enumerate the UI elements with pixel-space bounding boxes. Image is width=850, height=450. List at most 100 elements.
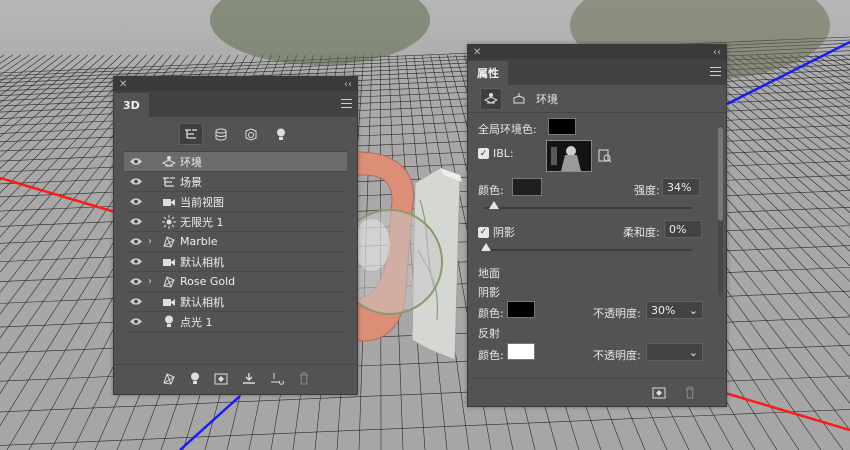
visibility-eye-icon[interactable] [124,217,148,226]
softness-row: 柔和度: [623,224,660,240]
environment-icon [158,155,180,168]
ibl-edit-icon[interactable] [598,149,612,163]
panel-menu-icon[interactable] [710,67,721,76]
ibl-image [547,141,591,171]
intensity-slider-handle[interactable] [489,201,500,209]
layer-row[interactable]: › Rose Gold [124,272,347,292]
expand-arrow-icon[interactable]: › [148,276,158,287]
intensity-field[interactable]: 34% [662,178,700,196]
reflection-color-swatch[interactable] [507,343,535,360]
global-ambient-color-swatch[interactable] [548,118,576,135]
bulb-icon[interactable] [190,372,200,388]
visibility-eye-icon[interactable] [124,177,148,186]
collapse-icon[interactable]: ‹‹ [713,47,721,58]
ground-shadow-color-row: 颜色: [478,305,504,321]
properties-scrollbar[interactable] [718,125,723,295]
ibl-label: IBL: [493,147,514,160]
scene-light-icon[interactable] [512,92,526,105]
layer-label: 环境 [180,155,202,169]
properties-body: 全局环境色: ✓ IBL: 颜色: 强度: 34% ✓ 阴影 柔和度: 0% 地… [468,113,726,375]
layer-label: Rose Gold [180,275,236,288]
close-icon[interactable]: ✕ [119,79,127,90]
layer-row[interactable]: 默认相机 [124,252,347,272]
layer-label: 场景 [180,175,202,189]
global-ambient-row: 全局环境色: [478,121,537,137]
visibility-eye-icon[interactable] [124,317,148,326]
mesh-icon [158,275,180,288]
softness-slider-handle[interactable] [481,243,491,251]
intensity-label: 强度: [634,184,660,197]
ground-label: 地面 [478,267,500,280]
trash-icon[interactable] [298,372,310,388]
layer-label: 点光 1 [180,315,213,329]
chevron-down-icon[interactable]: ⌄ [689,304,698,317]
ground-shadow-opacity-row: 不透明度: [593,305,641,321]
softness-field[interactable]: 0% [664,220,702,238]
ibl-texture-thumbnail[interactable] [546,140,592,172]
3d-panel: ✕ ‹‹ 3D 环境场景当前视图无限光 1 › Marble 默认相机 › Rose Go… [113,76,358,395]
mesh-icon [215,128,226,140]
tab-3d[interactable]: 3D [114,93,149,117]
ground-shadow-row: 阴影 [478,284,500,300]
3d-panel-bottom-toolbar [114,364,357,394]
ground-shadow-opacity-field[interactable]: 30% ⌄ [646,301,703,319]
panel-tabbar: 属性 [468,59,726,85]
drop-icon[interactable] [270,372,284,388]
layer-label: 默认相机 [180,295,224,309]
visibility-eye-icon[interactable] [124,157,148,166]
panel-tabbar: 3D [114,91,357,117]
ground-icon[interactable] [242,372,256,388]
layer-label: 无限光 1 [180,215,224,229]
reflection-label: 反射 [478,327,500,340]
scene-filter-button[interactable] [178,123,203,145]
ground-shadow-opacity-label: 不透明度: [593,307,641,320]
reflection-opacity-label: 不透明度: [593,349,641,362]
render-icon[interactable] [652,386,666,399]
softness-slider-track[interactable] [480,249,692,251]
visibility-eye-icon[interactable] [124,277,148,286]
scene-tree-icon [184,129,197,139]
close-icon[interactable]: ✕ [473,47,481,58]
panel-menu-icon[interactable] [341,99,352,108]
light-filter-button[interactable] [269,123,293,145]
layer-row[interactable]: 无限光 1 [124,212,347,232]
visibility-eye-icon[interactable] [124,197,148,206]
intensity-slider-track[interactable] [484,207,692,209]
chevron-down-icon[interactable]: ⌄ [689,346,698,359]
scrollbar-thumb[interactable] [718,127,723,221]
mesh-icon[interactable] [162,372,176,388]
layer-row[interactable]: 当前视图 [124,192,347,212]
ground-shadow-color-swatch[interactable] [507,301,535,318]
mesh-filter-button[interactable] [209,123,233,145]
visibility-eye-icon[interactable] [124,297,148,306]
layer-row[interactable]: 默认相机 [124,292,347,312]
softness-label: 柔和度: [623,226,660,239]
section-title: 环境 [536,92,558,106]
material-filter-button[interactable] [239,123,263,145]
ground-shadow-label: 阴影 [478,286,500,299]
layer-row[interactable]: 点光 1 [124,312,347,332]
reflection-opacity-field[interactable]: ⌄ [646,343,703,361]
environment-tab-button[interactable] [480,87,502,110]
layer-label: 当前视图 [180,195,224,209]
ibl-color-swatch[interactable] [512,178,542,196]
layer-row[interactable]: 环境 [124,152,347,172]
global-ambient-label: 全局环境色: [478,123,537,136]
layer-label: Marble [180,235,218,248]
visibility-eye-icon[interactable] [124,257,148,266]
render-icon[interactable] [214,372,228,388]
trash-icon[interactable] [684,386,696,399]
ibl-color-row: 颜色: [478,182,504,198]
ibl-row: ✓ IBL: [478,147,514,160]
shadow-row: ✓ 阴影 [478,224,515,240]
bulb-icon [158,315,180,328]
visibility-eye-icon[interactable] [124,237,148,246]
scene-tree-icon [158,176,180,188]
layer-row[interactable]: › Marble [124,232,347,252]
expand-arrow-icon[interactable]: › [148,236,158,247]
shadow-checkbox[interactable]: ✓ [478,226,489,238]
collapse-icon[interactable]: ‹‹ [344,79,352,90]
tab-properties[interactable]: 属性 [468,61,508,85]
layer-row[interactable]: 场景 [124,172,347,192]
ibl-checkbox[interactable]: ✓ [478,148,489,159]
